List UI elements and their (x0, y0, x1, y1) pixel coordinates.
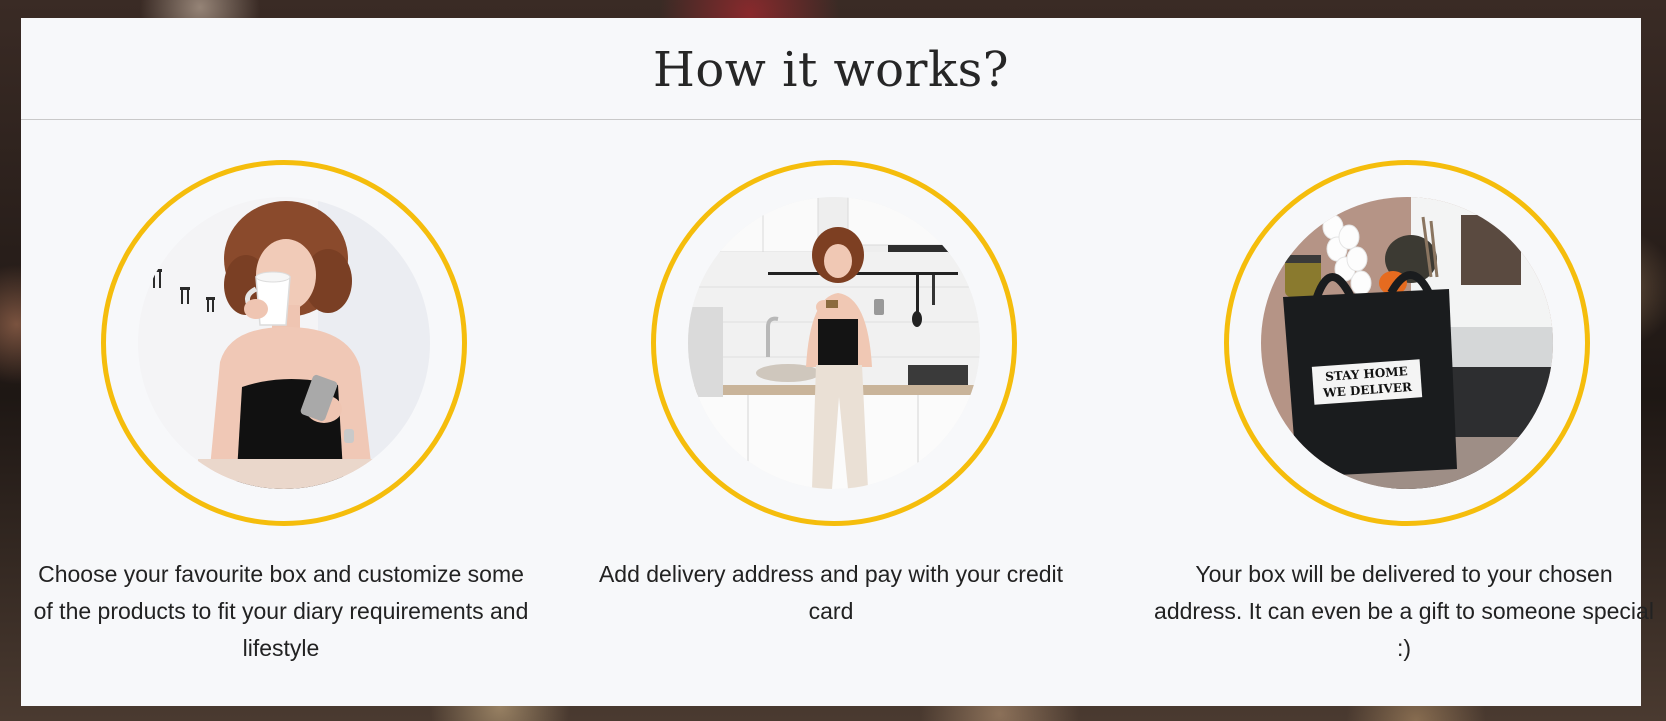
step-description: Add delivery address and pay with your c… (598, 561, 1064, 624)
step-image-ring (651, 160, 1017, 526)
step-choose-box: Choose your favourite box and customize … (21, 120, 541, 706)
step-delivery: STAY HOME WE DELIVER Your box will be de… (1111, 120, 1654, 706)
step-image-ring (101, 160, 467, 526)
how-it-works-section: How it works? Choose your favourite box … (21, 18, 1654, 706)
step-pay: Add delivery address and pay with your c… (571, 120, 1091, 706)
step-description: Choose your favourite box and customize … (33, 561, 529, 661)
section-title: How it works? (653, 41, 1009, 98)
section-header: How it works? (21, 18, 1641, 120)
step-description: Your box will be delivered to your chose… (1154, 561, 1654, 661)
delivery-bag-photo: STAY HOME WE DELIVER (1261, 197, 1553, 489)
steps-row: Choose your favourite box and customize … (21, 120, 1654, 706)
woman-drinking-coffee-photo (138, 197, 430, 489)
woman-in-kitchen-photo (688, 197, 980, 489)
step-image-ring: STAY HOME WE DELIVER (1224, 160, 1590, 526)
